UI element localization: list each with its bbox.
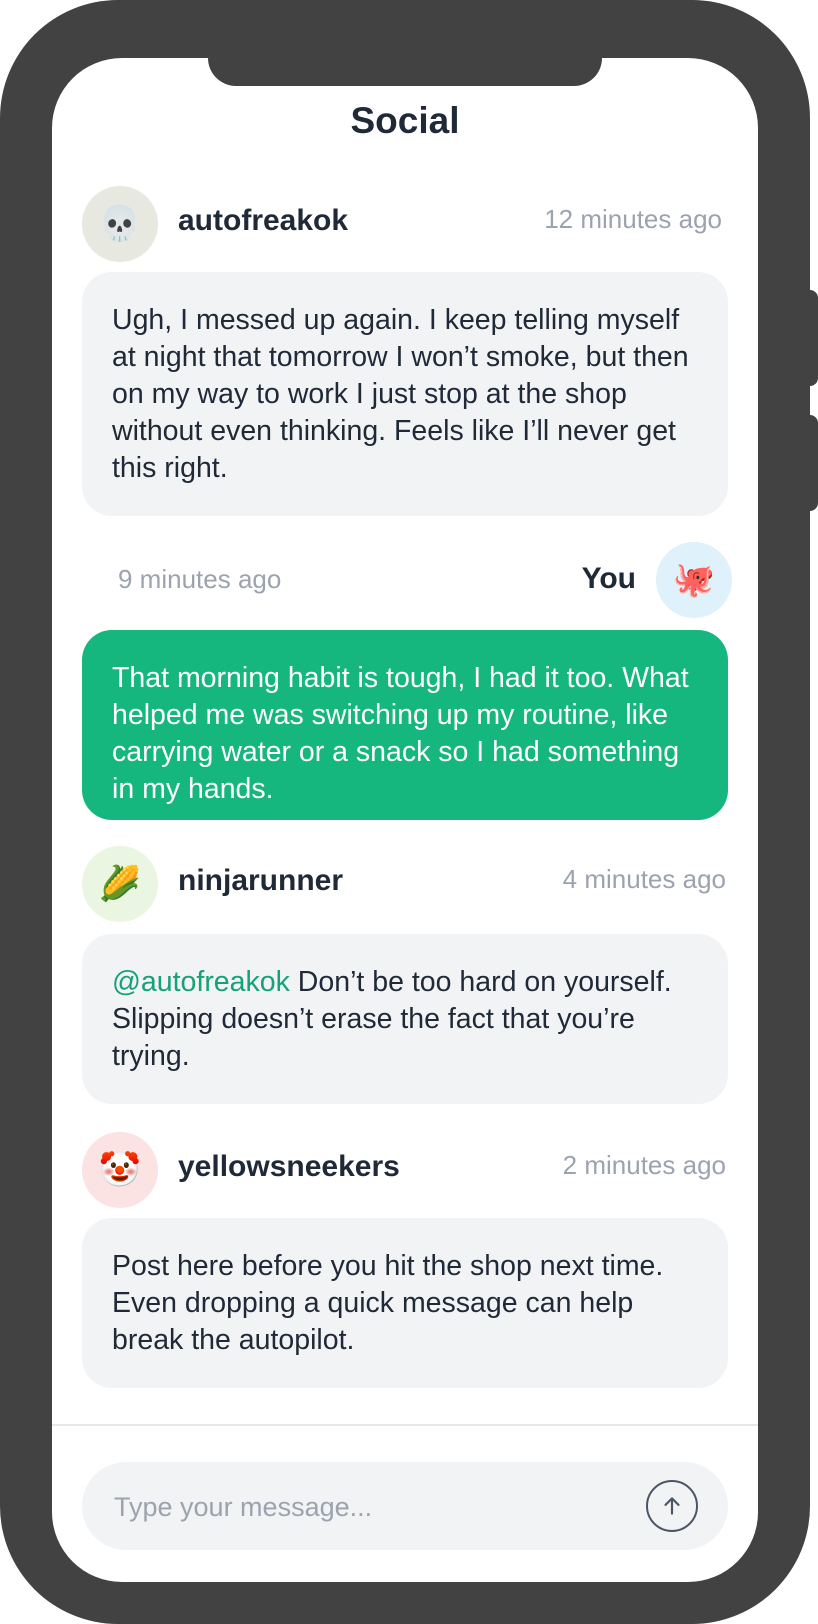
phone-screen: Social 💀 autofreakok 12 minutes ago Ugh,… bbox=[52, 58, 758, 1582]
avatar[interactable]: 🐙 bbox=[656, 542, 732, 618]
avatar[interactable]: 💀 bbox=[82, 186, 158, 262]
message-composer bbox=[82, 1462, 728, 1552]
avatar[interactable]: 🌽 bbox=[82, 846, 158, 922]
username-you: You bbox=[581, 562, 636, 595]
timestamp: 9 minutes ago bbox=[118, 564, 282, 594]
page-title: Social bbox=[350, 100, 460, 141]
timestamp: 4 minutes ago bbox=[562, 864, 726, 894]
message-bubble: @autofreakok Don’t be too hard on yourse… bbox=[82, 934, 728, 1104]
phone-side-button-lower bbox=[804, 415, 818, 511]
message-text: That morning habit is tough, I had it to… bbox=[112, 662, 689, 805]
phone-notch bbox=[208, 58, 602, 86]
message-bubble: Post here before you hit the shop next t… bbox=[82, 1218, 728, 1388]
message-bubble: Ugh, I messed up again. I keep telling m… bbox=[82, 272, 728, 516]
phone-side-button-upper bbox=[804, 290, 818, 386]
username[interactable]: autofreakok bbox=[178, 204, 348, 238]
message-header: 💀 autofreakok 12 minutes ago bbox=[82, 186, 732, 266]
clown-icon: 🤡 bbox=[98, 1151, 142, 1189]
send-button[interactable] bbox=[646, 1480, 698, 1532]
message-text: Post here before you hit the shop next t… bbox=[112, 1250, 664, 1356]
message-header: 🤡 yellowsneekers 2 minutes ago bbox=[82, 1132, 732, 1212]
message-header-own: 9 minutes ago You 🐙 bbox=[82, 542, 732, 622]
username[interactable]: ninjarunner bbox=[178, 864, 343, 898]
timestamp: 2 minutes ago bbox=[562, 1150, 726, 1180]
mention-link[interactable]: @autofreakok bbox=[112, 966, 290, 998]
corn-icon: 🌽 bbox=[98, 865, 142, 903]
username[interactable]: yellowsneekers bbox=[178, 1150, 400, 1184]
skull-icon: 💀 bbox=[98, 205, 142, 243]
avatar[interactable]: 🤡 bbox=[82, 1132, 158, 1208]
octopus-icon: 🐙 bbox=[672, 561, 716, 599]
message-text: Ugh, I messed up again. I keep telling m… bbox=[112, 304, 689, 484]
message-header: 🌽 ninjarunner 4 minutes ago bbox=[82, 846, 732, 926]
stage: Social 💀 autofreakok 12 minutes ago Ugh,… bbox=[0, 0, 818, 1624]
message-input[interactable] bbox=[112, 1462, 616, 1552]
composer-divider bbox=[52, 1424, 758, 1426]
message-bubble-own: That morning habit is tough, I had it to… bbox=[82, 630, 728, 820]
timestamp: 12 minutes ago bbox=[544, 204, 722, 234]
arrow-up-icon bbox=[664, 1497, 680, 1515]
